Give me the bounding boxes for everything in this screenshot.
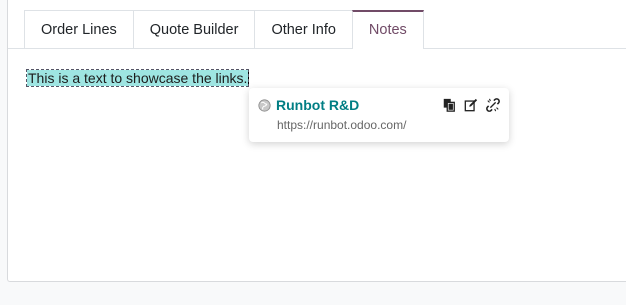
tab-other-info[interactable]: Other Info	[254, 10, 353, 48]
tab-quote-builder[interactable]: Quote Builder	[132, 10, 256, 48]
copy-icon[interactable]	[441, 97, 457, 113]
text-caret	[248, 70, 250, 86]
link-popover: Runbot R&D https://runbot.odoo.com/	[249, 88, 509, 142]
selected-link-text[interactable]: This is a text to showcase the links.	[25, 69, 250, 87]
edit-icon[interactable]	[463, 97, 479, 113]
tabs-divider	[8, 48, 626, 49]
tab-notes[interactable]: Notes	[351, 10, 424, 49]
tab-order-lines[interactable]: Order Lines	[24, 10, 134, 48]
globe-icon	[258, 99, 271, 112]
notes-editor[interactable]: This is a text to showcase the links.	[25, 69, 250, 87]
link-url: https://runbot.odoo.com/	[277, 118, 407, 132]
link-title[interactable]: Runbot R&D	[276, 97, 359, 113]
notebook-tabs: Order Lines Quote Builder Other Info Not…	[24, 10, 424, 49]
unlink-icon[interactable]	[485, 97, 501, 113]
link-actions	[441, 97, 501, 113]
